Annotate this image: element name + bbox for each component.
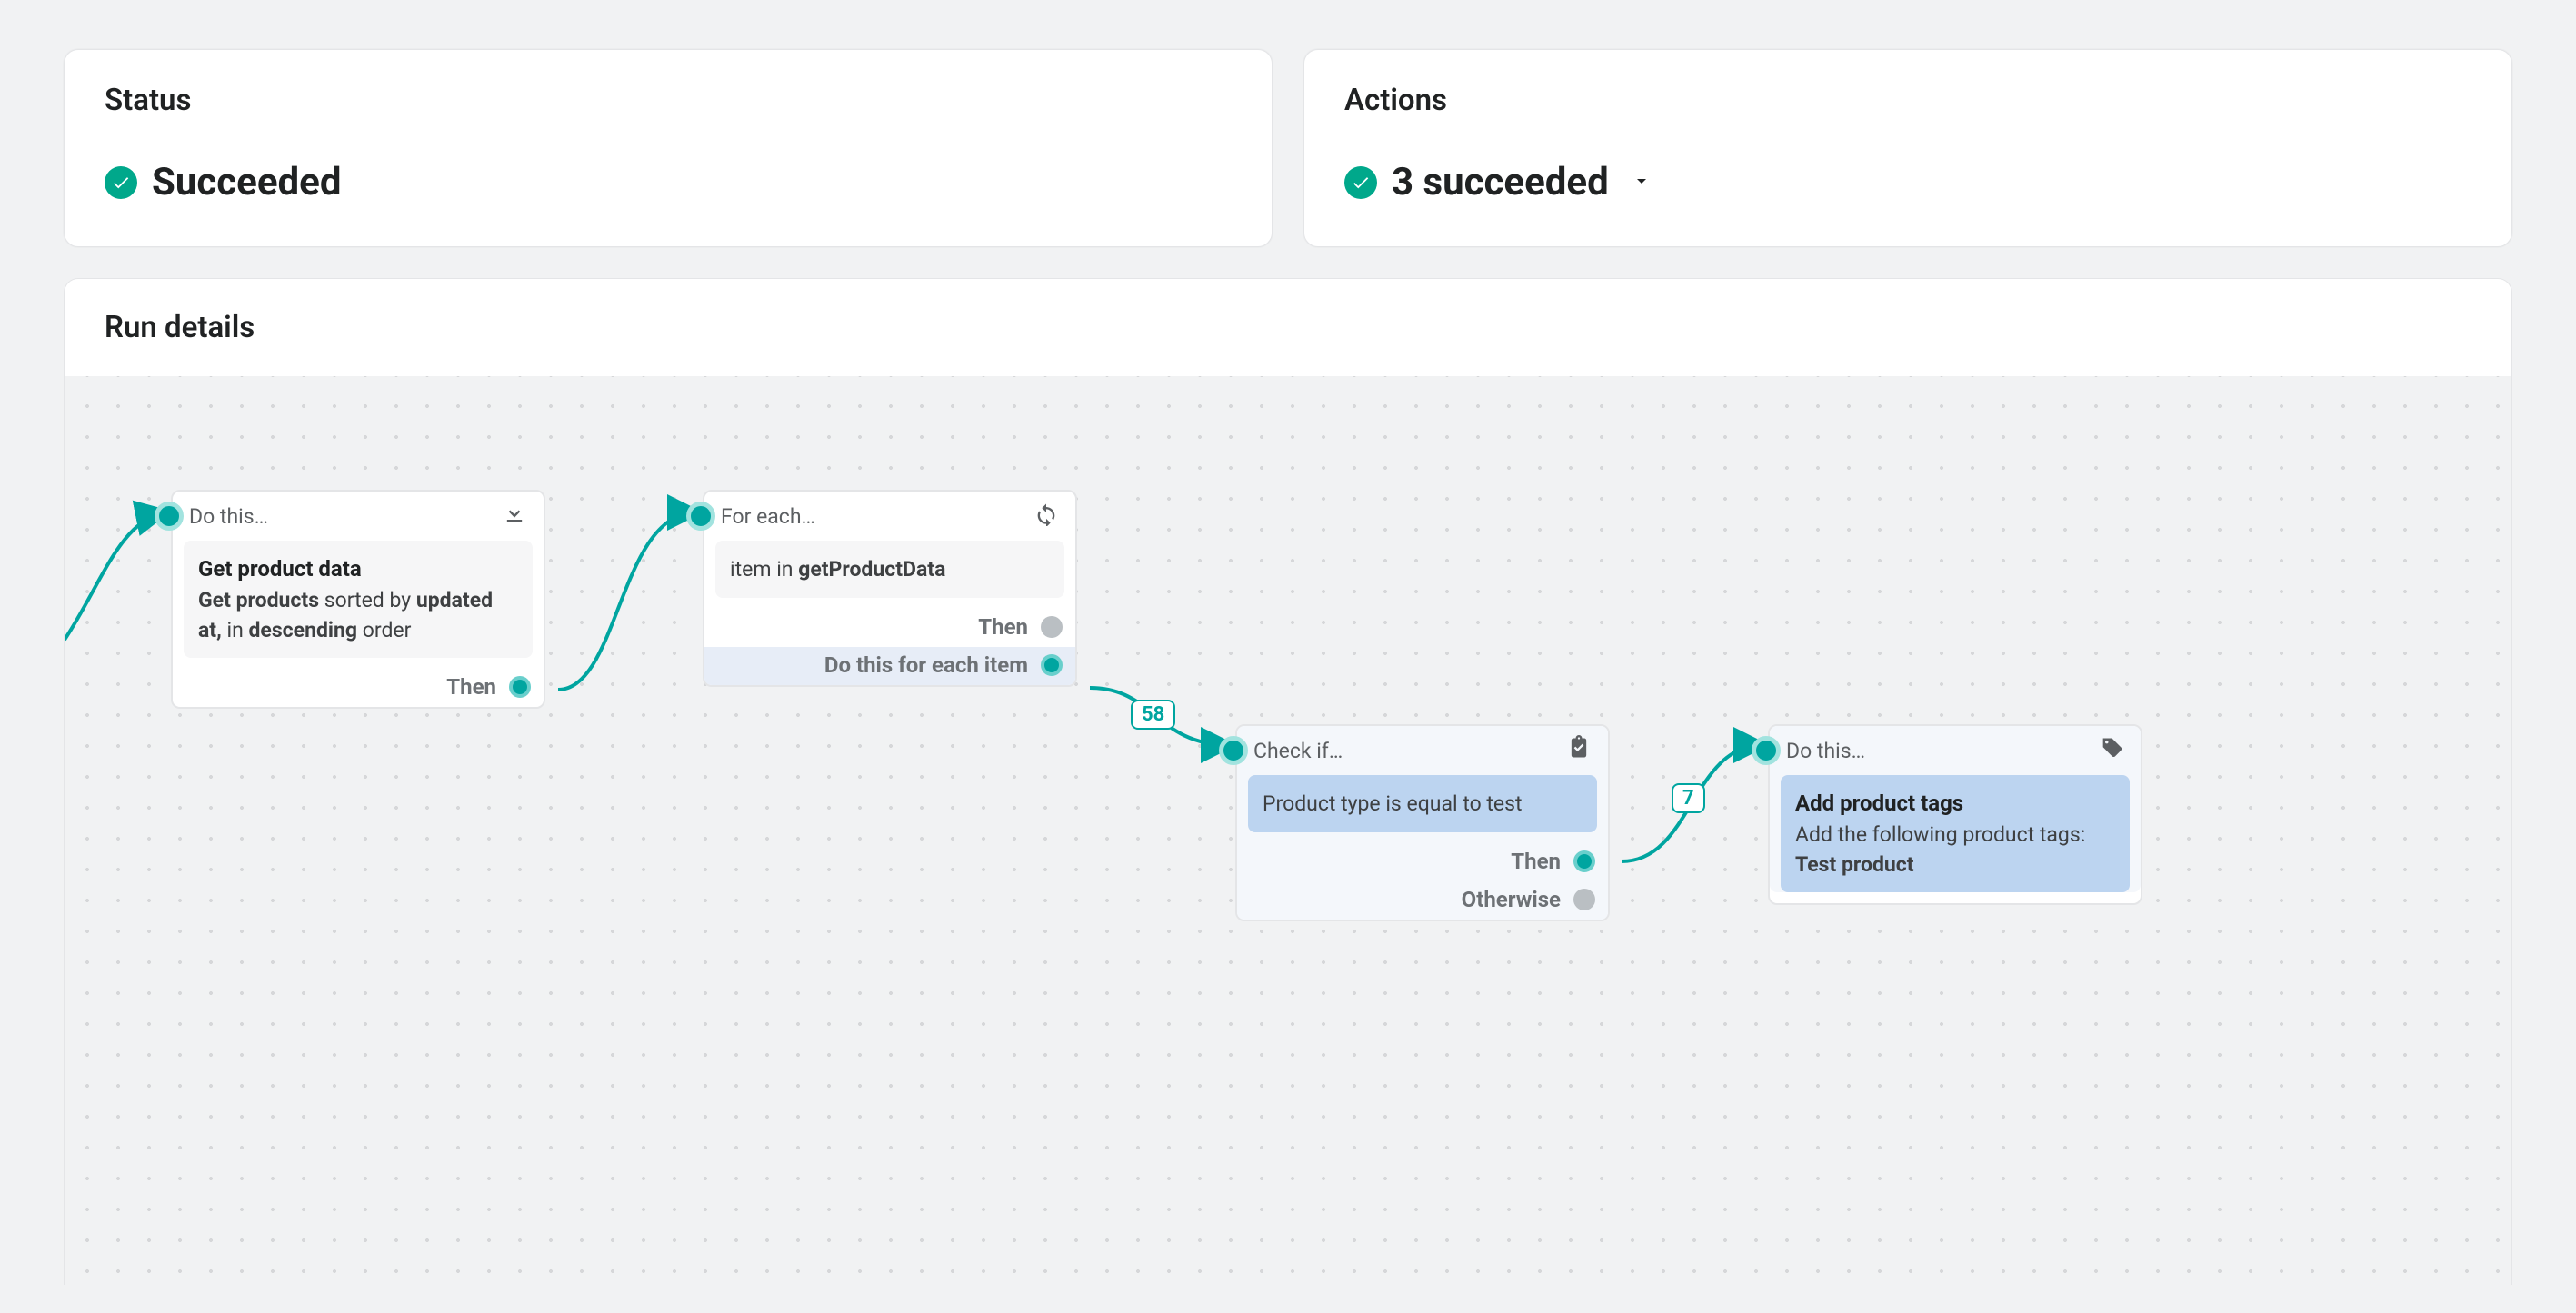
- node-body-title: Get product data: [198, 553, 518, 585]
- branch-count-badge: 7: [1672, 783, 1705, 813]
- node-output-otherwise[interactable]: Otherwise: [1237, 881, 1608, 920]
- node-output-each[interactable]: Do this for each item: [704, 647, 1075, 685]
- node-header: Do this…: [1770, 726, 2141, 775]
- node-header: Check if…: [1237, 726, 1608, 775]
- node-body: Get product data Get products sorted by …: [184, 541, 533, 658]
- success-icon: [1344, 166, 1377, 199]
- node-input-port: [155, 502, 184, 531]
- actions-card-title: Actions: [1344, 83, 2471, 118]
- actions-value: 3 succeeded: [1392, 160, 1609, 204]
- status-card: Status Succeeded: [64, 49, 1273, 247]
- node-check-if[interactable]: Check if… Product type is equal to test …: [1235, 724, 1610, 921]
- node-header-label: Do this…: [1786, 739, 1865, 763]
- node-header-label: For each…: [721, 504, 815, 529]
- node-body-tag: Test product: [1795, 850, 2115, 880]
- node-body-description: Get products sorted by updated at, in de…: [198, 585, 518, 646]
- output-port: [1573, 850, 1595, 872]
- node-input-port: [1219, 736, 1248, 765]
- node-header: For each…: [704, 492, 1075, 541]
- output-port: [1041, 654, 1063, 676]
- actions-dropdown[interactable]: 3 succeeded: [1344, 160, 2471, 204]
- output-port: [1041, 616, 1063, 638]
- node-input-port: [1752, 736, 1781, 765]
- node-body: item in getProductData: [715, 541, 1064, 598]
- tag-icon: [2099, 735, 2124, 766]
- download-icon: [502, 501, 527, 532]
- node-header-label: Check if…: [1253, 739, 1343, 763]
- actions-card: Actions 3 succeeded: [1303, 49, 2512, 247]
- node-body-title: Add product tags: [1795, 788, 2115, 820]
- status-value: Succeeded: [152, 160, 341, 204]
- status-card-title: Status: [105, 83, 1232, 118]
- refresh-icon: [1033, 501, 1059, 532]
- run-details-header: Run details: [64, 278, 2512, 376]
- node-output-then[interactable]: Then: [173, 669, 544, 707]
- node-input-port: [686, 502, 715, 531]
- workflow-canvas[interactable]: 58 7 Do this… Get product data Get produ…: [64, 376, 2512, 1285]
- node-body: Add product tags Add the following produ…: [1781, 775, 2130, 892]
- iteration-count-badge: 58: [1131, 700, 1175, 730]
- node-get-product-data[interactable]: Do this… Get product data Get products s…: [171, 490, 545, 709]
- node-body-subtitle: Add the following product tags:: [1795, 820, 2115, 850]
- node-body: Product type is equal to test: [1248, 775, 1597, 832]
- node-header: Do this…: [173, 492, 544, 541]
- run-details-title: Run details: [105, 310, 2471, 345]
- node-condition-text: Product type is equal to test: [1263, 791, 1523, 816]
- output-port: [1573, 889, 1595, 910]
- node-output-then[interactable]: Then: [704, 609, 1075, 647]
- success-icon: [105, 166, 137, 199]
- summary-cards: Status Succeeded Actions 3 succeeded: [0, 0, 2576, 247]
- chevron-down-icon: [1631, 170, 1652, 195]
- node-add-product-tags[interactable]: Do this… Add product tags Add the follow…: [1768, 724, 2142, 905]
- node-body-description: item in getProductData: [730, 557, 945, 582]
- clipboard-check-icon: [1566, 735, 1592, 766]
- node-for-each[interactable]: For each… item in getProductData Then Do…: [703, 490, 1077, 687]
- node-output-then[interactable]: Then: [1237, 843, 1608, 881]
- output-port: [509, 676, 531, 698]
- node-header-label: Do this…: [189, 504, 268, 529]
